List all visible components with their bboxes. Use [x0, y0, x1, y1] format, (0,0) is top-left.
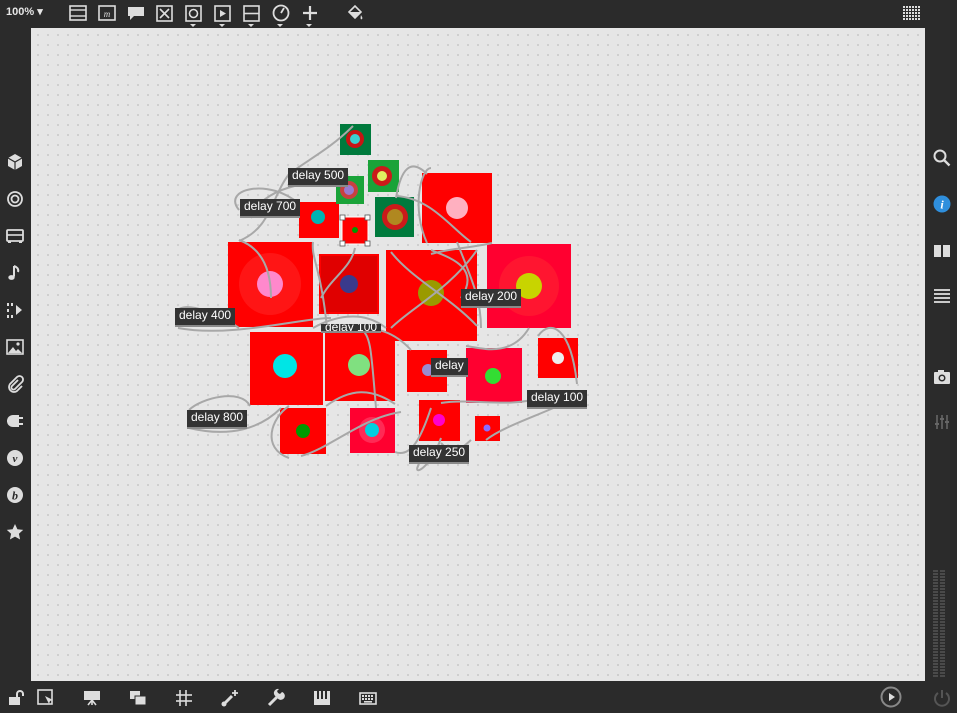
circle-target-icon[interactable] [5, 189, 25, 209]
level-meter-left [933, 570, 938, 678]
delay-object[interactable]: delay 250 [409, 445, 470, 464]
zoom-value: 100% [6, 6, 35, 18]
music-note-icon[interactable] [5, 263, 25, 283]
delay-object[interactable]: delay 400 [175, 308, 236, 327]
patch-add-icon[interactable] [220, 688, 240, 708]
dial-icon[interactable] [271, 3, 291, 27]
power-icon[interactable] [932, 688, 952, 708]
info-icon[interactable]: i [932, 194, 952, 214]
bang-icon[interactable] [184, 3, 204, 27]
sequencer-icon[interactable] [5, 300, 25, 320]
patch-graphics [176, 124, 578, 472]
wrench-icon[interactable] [266, 688, 286, 708]
piano-icon[interactable] [312, 688, 332, 708]
grid-menu-icon[interactable] [901, 3, 921, 23]
delay-object[interactable]: delay [431, 358, 468, 377]
paperclip-icon[interactable] [5, 374, 25, 394]
top-toolbar: 100% ▾ m [0, 0, 957, 27]
mixer-icon[interactable] [932, 412, 952, 432]
list-icon[interactable] [932, 286, 952, 306]
search-icon[interactable] [932, 148, 952, 168]
delay-object[interactable]: delay 200 [461, 289, 522, 308]
grid-icon[interactable] [174, 688, 194, 708]
svg-text:m: m [104, 9, 111, 19]
button-icon[interactable] [213, 3, 233, 27]
paint-bucket-icon[interactable] [345, 3, 365, 23]
right-sidebar: i [925, 26, 957, 681]
delay-object[interactable]: delay 800 [187, 410, 248, 429]
svg-text:v: v [13, 453, 18, 465]
add-icon[interactable] [300, 3, 320, 27]
plug-icon[interactable] [5, 411, 25, 431]
keyboard-icon[interactable] [358, 688, 378, 708]
message-icon[interactable]: m [97, 3, 117, 23]
patcher-canvas[interactable]: delay 500 delay 700 delay 400 delay 100 … [31, 28, 925, 681]
play-icon[interactable] [880, 686, 902, 708]
camera-icon[interactable] [932, 367, 952, 387]
comment-icon[interactable] [126, 3, 146, 23]
image-icon[interactable] [5, 337, 25, 357]
book-icon[interactable] [932, 241, 952, 261]
delay-object[interactable]: delay 100 [321, 324, 382, 333]
lock-icon[interactable] [6, 688, 26, 708]
zoom-menu[interactable]: 100% ▾ [6, 5, 43, 18]
delay-object[interactable]: delay 700 [240, 199, 301, 218]
bold-b-icon[interactable]: b [5, 485, 25, 505]
left-sidebar: v b [0, 26, 30, 681]
level-meter-right [940, 570, 945, 678]
delay-object[interactable]: delay 500 [288, 168, 349, 187]
svg-text:b: b [12, 489, 18, 503]
windows-icon[interactable] [128, 688, 148, 708]
delay-object[interactable]: delay 100 [527, 390, 588, 409]
bus-icon[interactable] [5, 226, 25, 246]
bottom-toolbar [0, 681, 957, 713]
slider-icon[interactable] [242, 3, 262, 27]
cursor-edit-icon[interactable] [36, 688, 56, 708]
cube-icon[interactable] [5, 152, 25, 172]
star-icon[interactable] [5, 522, 25, 542]
vimeo-icon[interactable]: v [5, 448, 25, 468]
presentation-icon[interactable] [68, 3, 88, 23]
toggle-icon[interactable] [155, 3, 175, 23]
presentation-icon[interactable] [82, 688, 102, 708]
